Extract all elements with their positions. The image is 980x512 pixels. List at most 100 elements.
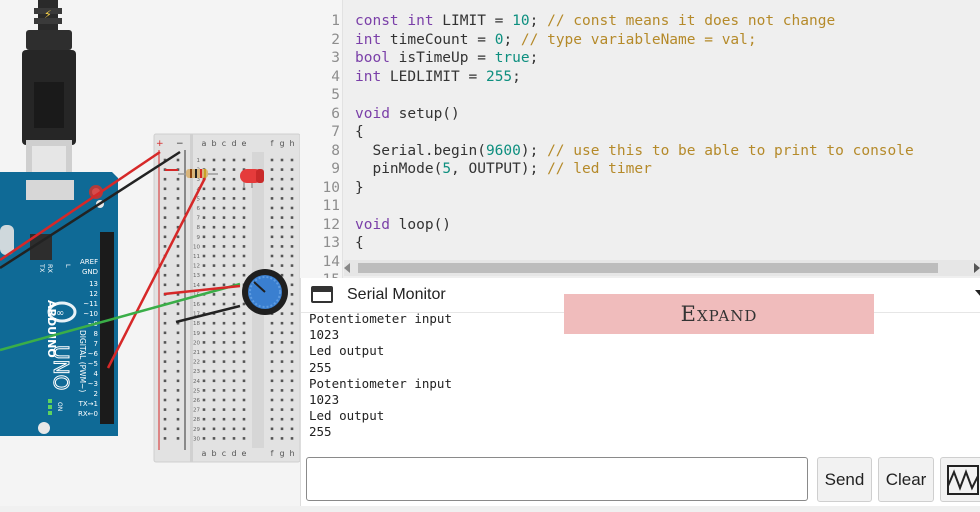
breadboard-hole[interactable] <box>222 235 226 239</box>
breadboard-hole[interactable] <box>163 283 167 287</box>
breadboard-hole[interactable] <box>280 360 284 363</box>
breadboard-hole[interactable] <box>222 302 226 306</box>
breadboard-hole[interactable] <box>242 158 246 162</box>
breadboard-hole[interactable] <box>212 350 216 354</box>
breadboard-hole[interactable] <box>290 302 294 306</box>
breadboard-hole[interactable] <box>290 254 294 258</box>
breadboard-hole[interactable] <box>232 197 236 200</box>
breadboard-hole[interactable] <box>280 389 284 392</box>
clear-button[interactable]: Clear <box>878 457 934 502</box>
breadboard-hole[interactable] <box>222 168 226 171</box>
breadboard-hole[interactable] <box>290 235 294 239</box>
breadboard-hole[interactable] <box>280 321 284 325</box>
breadboard-hole[interactable] <box>232 379 236 383</box>
serial-input[interactable] <box>306 457 808 501</box>
breadboard-hole[interactable] <box>212 187 216 191</box>
breadboard-hole[interactable] <box>270 379 274 383</box>
breadboard-hole[interactable] <box>270 331 274 335</box>
breadboard-hole[interactable] <box>202 254 206 258</box>
breadboard-hole[interactable] <box>290 379 294 383</box>
breadboard-hole[interactable] <box>242 321 246 325</box>
breadboard-hole[interactable] <box>163 312 167 315</box>
breadboard-hole[interactable] <box>212 398 216 402</box>
breadboard-hole[interactable] <box>176 197 180 200</box>
breadboard-hole[interactable] <box>270 398 274 402</box>
breadboard-hole[interactable] <box>176 379 180 383</box>
breadboard-hole[interactable] <box>222 379 226 383</box>
breadboard-hole[interactable] <box>290 197 294 200</box>
breadboard-hole[interactable] <box>270 177 274 181</box>
breadboard-hole[interactable] <box>222 293 226 296</box>
breadboard-hole[interactable] <box>280 408 284 411</box>
breadboard-hole[interactable] <box>222 158 226 162</box>
breadboard-hole[interactable] <box>202 245 206 248</box>
breadboard-hole[interactable] <box>176 331 180 335</box>
breadboard-hole[interactable] <box>202 379 206 383</box>
breadboard-hole[interactable] <box>202 321 206 325</box>
breadboard-hole[interactable] <box>280 341 284 344</box>
breadboard-hole[interactable] <box>290 158 294 162</box>
breadboard-hole[interactable] <box>163 177 167 181</box>
breadboard-hole[interactable] <box>270 225 274 229</box>
breadboard-hole[interactable] <box>212 417 216 421</box>
breadboard-hole[interactable] <box>202 437 206 440</box>
breadboard-hole[interactable] <box>270 341 274 344</box>
breadboard-hole[interactable] <box>222 350 226 354</box>
code-line[interactable]: 8 Serial.begin(9600); // use this to be … <box>300 142 980 160</box>
breadboard-hole[interactable] <box>242 379 246 383</box>
breadboard-hole[interactable] <box>290 341 294 344</box>
breadboard-hole[interactable] <box>270 158 274 162</box>
breadboard-hole[interactable] <box>222 283 226 287</box>
breadboard-hole[interactable] <box>232 264 236 267</box>
breadboard-hole[interactable] <box>202 197 206 200</box>
breadboard-hole[interactable] <box>232 293 236 296</box>
breadboard-hole[interactable] <box>232 206 236 210</box>
breadboard-hole[interactable] <box>212 293 216 296</box>
breadboard-hole[interactable] <box>290 225 294 229</box>
breadboard-hole[interactable] <box>202 417 206 421</box>
breadboard-hole[interactable] <box>222 254 226 258</box>
breadboard-hole[interactable] <box>163 341 167 344</box>
breadboard-hole[interactable] <box>163 398 167 402</box>
breadboard-hole[interactable] <box>176 283 180 287</box>
breadboard-hole[interactable] <box>202 206 206 210</box>
breadboard-hole[interactable] <box>270 254 274 258</box>
breadboard-hole[interactable] <box>202 360 206 363</box>
breadboard-hole[interactable] <box>202 302 206 306</box>
breadboard-hole[interactable] <box>212 197 216 200</box>
breadboard-hole[interactable] <box>280 216 284 219</box>
breadboard-hole[interactable] <box>176 408 180 411</box>
code-line[interactable]: 13 { <box>300 234 980 252</box>
breadboard-hole[interactable] <box>290 321 294 325</box>
breadboard-hole[interactable] <box>270 168 274 171</box>
breadboard-hole[interactable] <box>176 216 180 219</box>
breadboard-hole[interactable] <box>222 417 226 421</box>
breadboard-hole[interactable] <box>232 168 236 171</box>
breadboard-hole[interactable] <box>212 245 216 248</box>
breadboard-hole[interactable] <box>232 312 236 315</box>
breadboard-hole[interactable] <box>176 273 180 277</box>
breadboard-hole[interactable] <box>202 408 206 411</box>
breadboard-hole[interactable] <box>232 235 236 239</box>
breadboard-hole[interactable] <box>212 341 216 344</box>
breadboard-hole[interactable] <box>222 312 226 315</box>
breadboard-hole[interactable] <box>270 417 274 421</box>
breadboard-hole[interactable] <box>212 331 216 335</box>
breadboard-hole[interactable] <box>212 360 216 363</box>
breadboard-hole[interactable] <box>290 206 294 210</box>
breadboard-hole[interactable] <box>290 427 294 431</box>
breadboard-hole[interactable] <box>222 341 226 344</box>
breadboard-hole[interactable] <box>222 321 226 325</box>
arduino-board[interactable]: ∞ <box>0 172 118 436</box>
breadboard-hole[interactable] <box>212 437 216 440</box>
breadboard-hole[interactable] <box>222 216 226 219</box>
breadboard-hole[interactable] <box>202 283 206 287</box>
breadboard-hole[interactable] <box>212 302 216 306</box>
breadboard-hole[interactable] <box>242 350 246 354</box>
breadboard-hole[interactable] <box>242 206 246 210</box>
breadboard-hole[interactable] <box>242 408 246 411</box>
breadboard-hole[interactable] <box>270 235 274 239</box>
breadboard-hole[interactable] <box>280 197 284 200</box>
breadboard-hole[interactable] <box>212 206 216 210</box>
breadboard-hole[interactable] <box>280 177 284 181</box>
